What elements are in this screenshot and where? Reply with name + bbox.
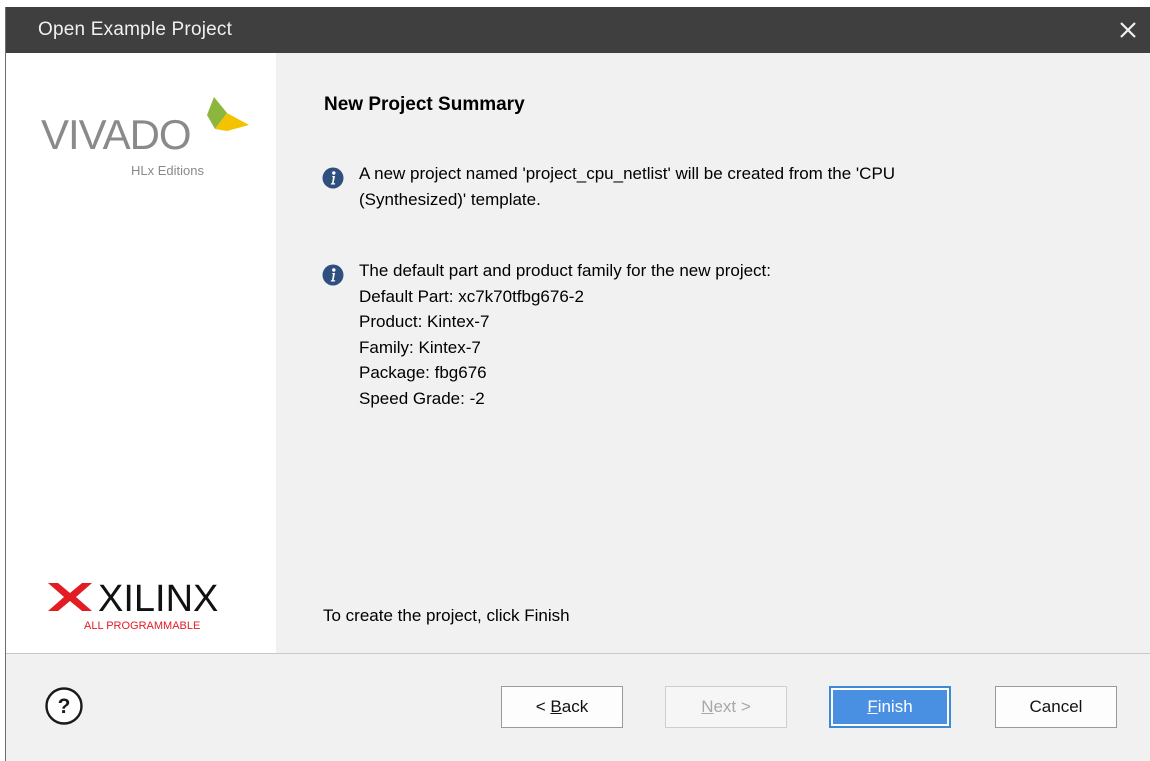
info-icon (322, 264, 344, 286)
family-line: Family: Kintex-7 (359, 337, 481, 357)
back-button-label: ack (561, 697, 589, 716)
next-button[interactable]: Next > (665, 686, 787, 728)
finish-button[interactable]: Finish (829, 686, 951, 728)
package-line: Package: fbg676 (359, 363, 487, 382)
next-button-label: ext > (713, 697, 751, 716)
info-message-part: The default part and product family for … (322, 258, 1042, 411)
default-part-line: Default Part: xc7k70tfbg676-2 (359, 286, 584, 306)
close-icon[interactable] (1116, 18, 1140, 42)
summary-content: New Project Summary A new project named … (276, 53, 1150, 653)
page-title: New Project Summary (324, 94, 525, 115)
window-title: Open Example Project (38, 19, 233, 40)
speed-grade-line: Speed Grade: -2 (359, 388, 485, 408)
part-details-text: The default part and product family for … (359, 258, 771, 411)
back-button-prefix: < (535, 697, 551, 716)
part-intro-line: The default part and product family for … (359, 261, 772, 280)
product-line: Product: Kintex-7 (359, 312, 490, 331)
info-line: (Synthesized)' template. (359, 189, 541, 209)
vivado-logo: VIVADO HLx Editions (41, 97, 249, 178)
dialog-window: Open Example Project VIVADO HLx Editions… (5, 7, 1150, 761)
xilinx-logo-subtitle: ALL PROGRAMMABLE (84, 620, 200, 631)
back-button[interactable]: < Back (501, 686, 623, 728)
svg-text:?: ? (58, 695, 71, 718)
button-bar: ? < Back Next > Finish Cancel (6, 654, 1150, 761)
finish-button-mnemonic: F (867, 697, 878, 716)
info-line: A new project named 'project_cpu_netlist… (359, 164, 896, 183)
xilinx-logo: XILINX ALL PROGRAMMABLE (48, 578, 218, 631)
info-message-text: A new project named 'project_cpu_netlist… (359, 161, 895, 212)
help-icon[interactable]: ? (45, 687, 83, 725)
vivado-logo-text: VIVADO (41, 111, 191, 158)
cancel-button[interactable]: Cancel (995, 686, 1117, 728)
info-icon (322, 167, 344, 189)
finish-button-label: inish (877, 697, 913, 716)
branding-sidebar: VIVADO HLx Editions XILINX ALL PROGRAMMA… (6, 53, 276, 653)
next-button-mnemonic: N (701, 697, 714, 716)
back-button-mnemonic: B (550, 697, 562, 716)
xilinx-logo-text: XILINX (98, 578, 218, 620)
title-bar[interactable]: Open Example Project (6, 7, 1150, 53)
info-message-template: A new project named 'project_cpu_netlist… (322, 161, 1042, 212)
vivado-logo-subtitle: HLx Editions (131, 163, 204, 178)
finish-instruction: To create the project, click Finish (323, 606, 570, 625)
